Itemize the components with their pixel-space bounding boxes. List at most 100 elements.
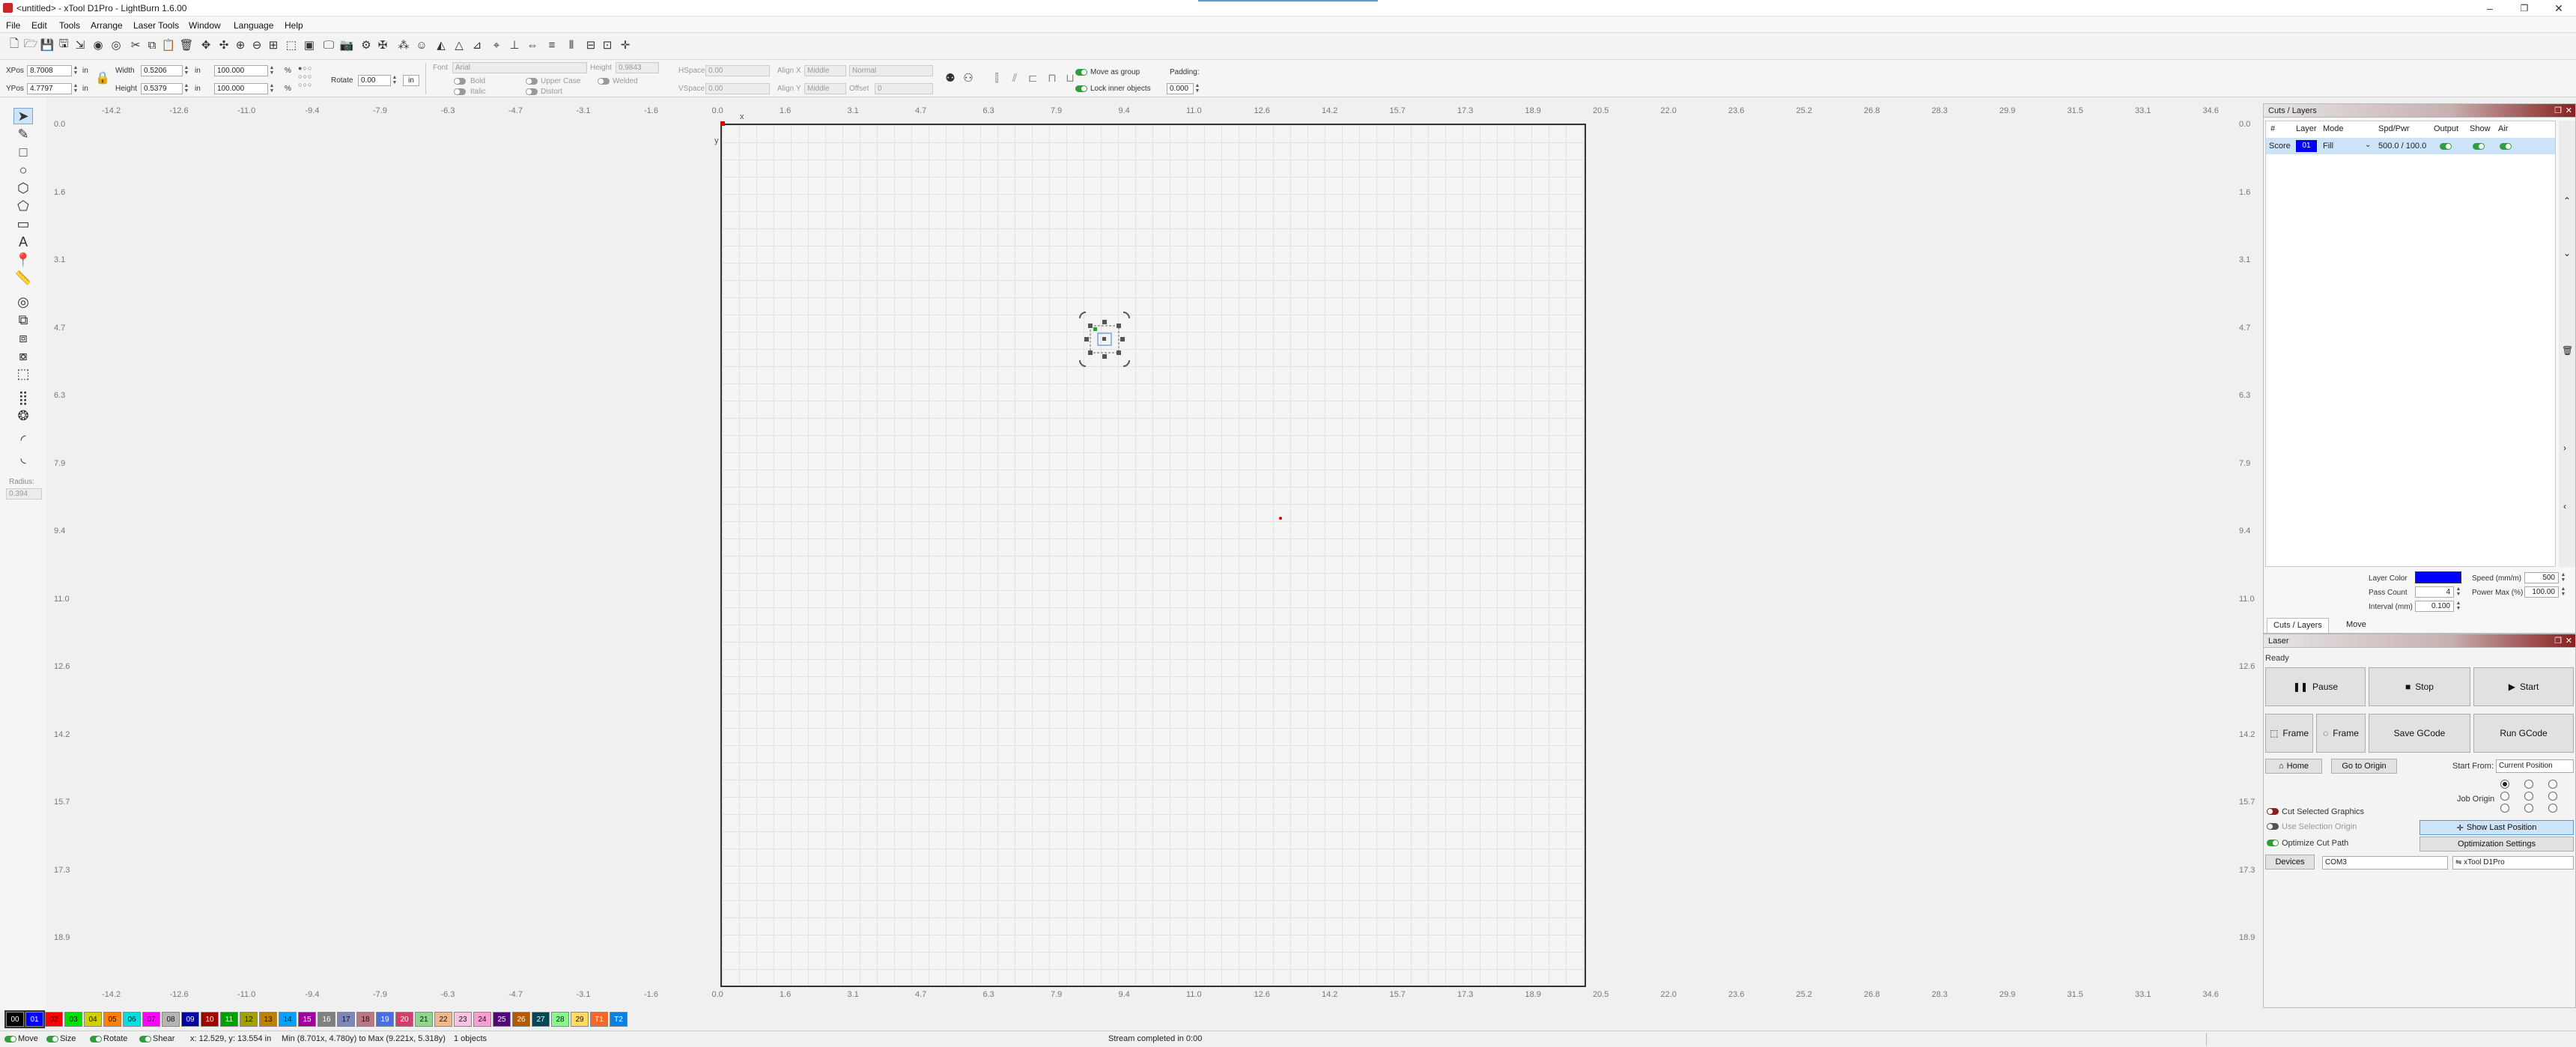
optimize-cut-path-toggle[interactable] [2267,840,2279,846]
palette-swatch-15[interactable]: 15 [298,1012,316,1027]
palette-swatch-22[interactable]: 22 [434,1012,452,1027]
move-as-group-toggle[interactable] [1075,69,1087,76]
origin-radio-tl[interactable] [2500,780,2509,789]
width-spin[interactable]: ▲ ▼ [183,65,189,76]
position-pin-icon[interactable]: 📍 [13,252,33,268]
vspace-input[interactable]: 0.00 [705,83,770,94]
menu-file[interactable]: File [6,20,20,31]
palette-swatch-24[interactable]: 24 [473,1012,491,1027]
pentagon-tool-icon[interactable]: ⬠ [13,198,33,214]
corner-round-icon[interactable]: ◜ [13,431,33,448]
pass-count-spin[interactable]: ▲ ▼ [2455,586,2461,598]
aligny-select[interactable]: Middle [804,83,846,94]
snap-icon[interactable]: ✛ [617,36,634,54]
palette-swatch-06[interactable]: 06 [123,1012,141,1027]
power-max-input[interactable]: 100.00 [2524,586,2559,598]
upper-case-toggle[interactable] [526,78,538,85]
path-tool-icon[interactable]: ⚉ [942,69,959,87]
stop-button[interactable]: ■ Stop [2369,667,2470,706]
laser-undock-icon[interactable]: ❐ [2554,634,2562,648]
flip-icon[interactable]: ⇔ [524,36,541,54]
palette-swatch-16[interactable]: 16 [318,1012,335,1027]
delete-layer-icon[interactable]: 🗑 [2562,345,2573,356]
ypos-input[interactable]: 4.7797 [27,83,72,94]
device-select[interactable]: ⇋ xTool D1Pro [2452,856,2574,870]
measure-icon[interactable]: ⊿ [469,36,485,54]
ypos-spin[interactable]: ▲ ▼ [73,83,79,94]
array-icon[interactable]: ⊟ [583,36,599,54]
show-toggle[interactable] [2473,143,2485,150]
boolean-intersect-icon[interactable]: ⬚ [13,365,33,382]
palette-swatch-08[interactable]: 08 [162,1012,180,1027]
selected-object[interactable] [1077,311,1132,368]
boolean-union-icon[interactable]: ⧈ [13,330,33,346]
palette-swatch-05[interactable]: 05 [103,1012,121,1027]
go-to-origin-button[interactable]: Go to Origin [2331,759,2397,774]
scale-height-input[interactable]: 100.000 [214,83,268,94]
select-tool-icon[interactable]: ➤ [13,108,33,124]
italic-toggle[interactable] [454,88,466,95]
palette-swatch-26[interactable]: 26 [512,1012,530,1027]
interval-input[interactable]: 0.100 [2415,601,2454,612]
palette-swatch-13[interactable]: 13 [259,1012,277,1027]
rotate-input[interactable]: 0.00 [358,75,391,86]
collapse-panel-icon[interactable]: ‹ [2563,501,2566,512]
scale-width-input[interactable]: 100.000 [214,65,268,76]
padding-input[interactable]: 0.000 [1167,83,1194,94]
padding-spin[interactable]: ▲ ▼ [1194,83,1200,94]
palette-swatch-T2[interactable]: T2 [610,1012,628,1027]
run-gcode-button[interactable]: Run GCode [2473,714,2574,753]
palette-swatch-29[interactable]: 29 [571,1012,589,1027]
settings-gear-icon[interactable]: ⚙ [358,36,374,54]
origin-radio-br[interactable] [2548,804,2557,813]
radius-input[interactable]: 0.394 [6,488,42,500]
frame-circle-button[interactable]: ◌ Frame [2316,714,2366,753]
group-icon[interactable]: ⁂ [395,36,412,54]
layer-color-button[interactable] [2415,571,2461,583]
open-file-icon[interactable]: 🗁 [22,36,39,54]
save-gcode-button[interactable]: Save GCode [2369,714,2470,753]
palette-swatch-09[interactable]: 09 [181,1012,199,1027]
offset-input[interactable]: 0 [875,83,933,94]
close-button[interactable]: ✕ [2542,0,2576,16]
anchor-grid[interactable]: ●○○ ○○○ ○○○ [298,64,328,91]
palette-swatch-12[interactable]: 12 [240,1012,258,1027]
output-toggle[interactable] [2440,143,2452,150]
frame-icon[interactable]: ▣ [301,36,318,54]
text-tool-icon[interactable]: A [13,234,33,250]
welded-toggle[interactable] [598,78,610,85]
polygon-tool-icon[interactable]: ⬡ [13,180,33,196]
text-mode-select[interactable]: Normal [849,65,933,76]
lock-inner-toggle[interactable] [1075,85,1087,92]
align-left-icon[interactable]: ⫿ [988,69,1005,87]
rotate-apply-button[interactable]: in [403,75,419,86]
palette-swatch-01[interactable]: 01 [24,1010,45,1028]
scale-height-spin[interactable]: ▲ ▼ [269,83,275,94]
measure-tool-icon[interactable]: 📏 [13,270,33,286]
import-icon[interactable]: ⇲ [72,36,88,54]
zoom-page-icon[interactable]: ⊞ [265,36,282,54]
palette-swatch-10[interactable]: 10 [201,1012,219,1027]
origin-radio-bl[interactable] [2500,804,2509,813]
align-center-icon[interactable]: ⊥ [506,36,523,54]
menu-tools[interactable]: Tools [59,20,80,31]
speed-spin[interactable]: ▲ ▼ [2560,572,2566,583]
tools-icon[interactable]: ✠ [374,36,391,54]
align-icon[interactable]: ⫴ [563,36,580,54]
tab-move[interactable]: Move [2340,618,2372,633]
text-height-input[interactable]: 0.9843 [616,62,659,73]
layer-row[interactable]: Score 01 Fill ⌄ 500.0 / 100.0 [2266,138,2555,154]
palette-swatch-23[interactable]: 23 [454,1012,472,1027]
align-middle-icon[interactable]: ⫽ [1006,69,1023,87]
weld-icon[interactable]: ⧉ [13,312,33,328]
menu-arrange[interactable]: Arrange [91,20,123,31]
size-toggle[interactable] [46,1036,58,1043]
home-button[interactable]: ⌂ Home [2265,759,2322,774]
palette-swatch-00[interactable]: 00 [4,1010,25,1028]
palette-swatch-20[interactable]: 20 [395,1012,413,1027]
power-max-spin[interactable]: ▲ ▼ [2560,586,2566,598]
move-layer-up-icon[interactable]: ⌃ [2563,195,2571,206]
origin-radio-mc[interactable] [2524,792,2533,801]
use-selection-origin-toggle[interactable] [2267,823,2279,830]
rotate-toggle[interactable] [90,1036,102,1043]
